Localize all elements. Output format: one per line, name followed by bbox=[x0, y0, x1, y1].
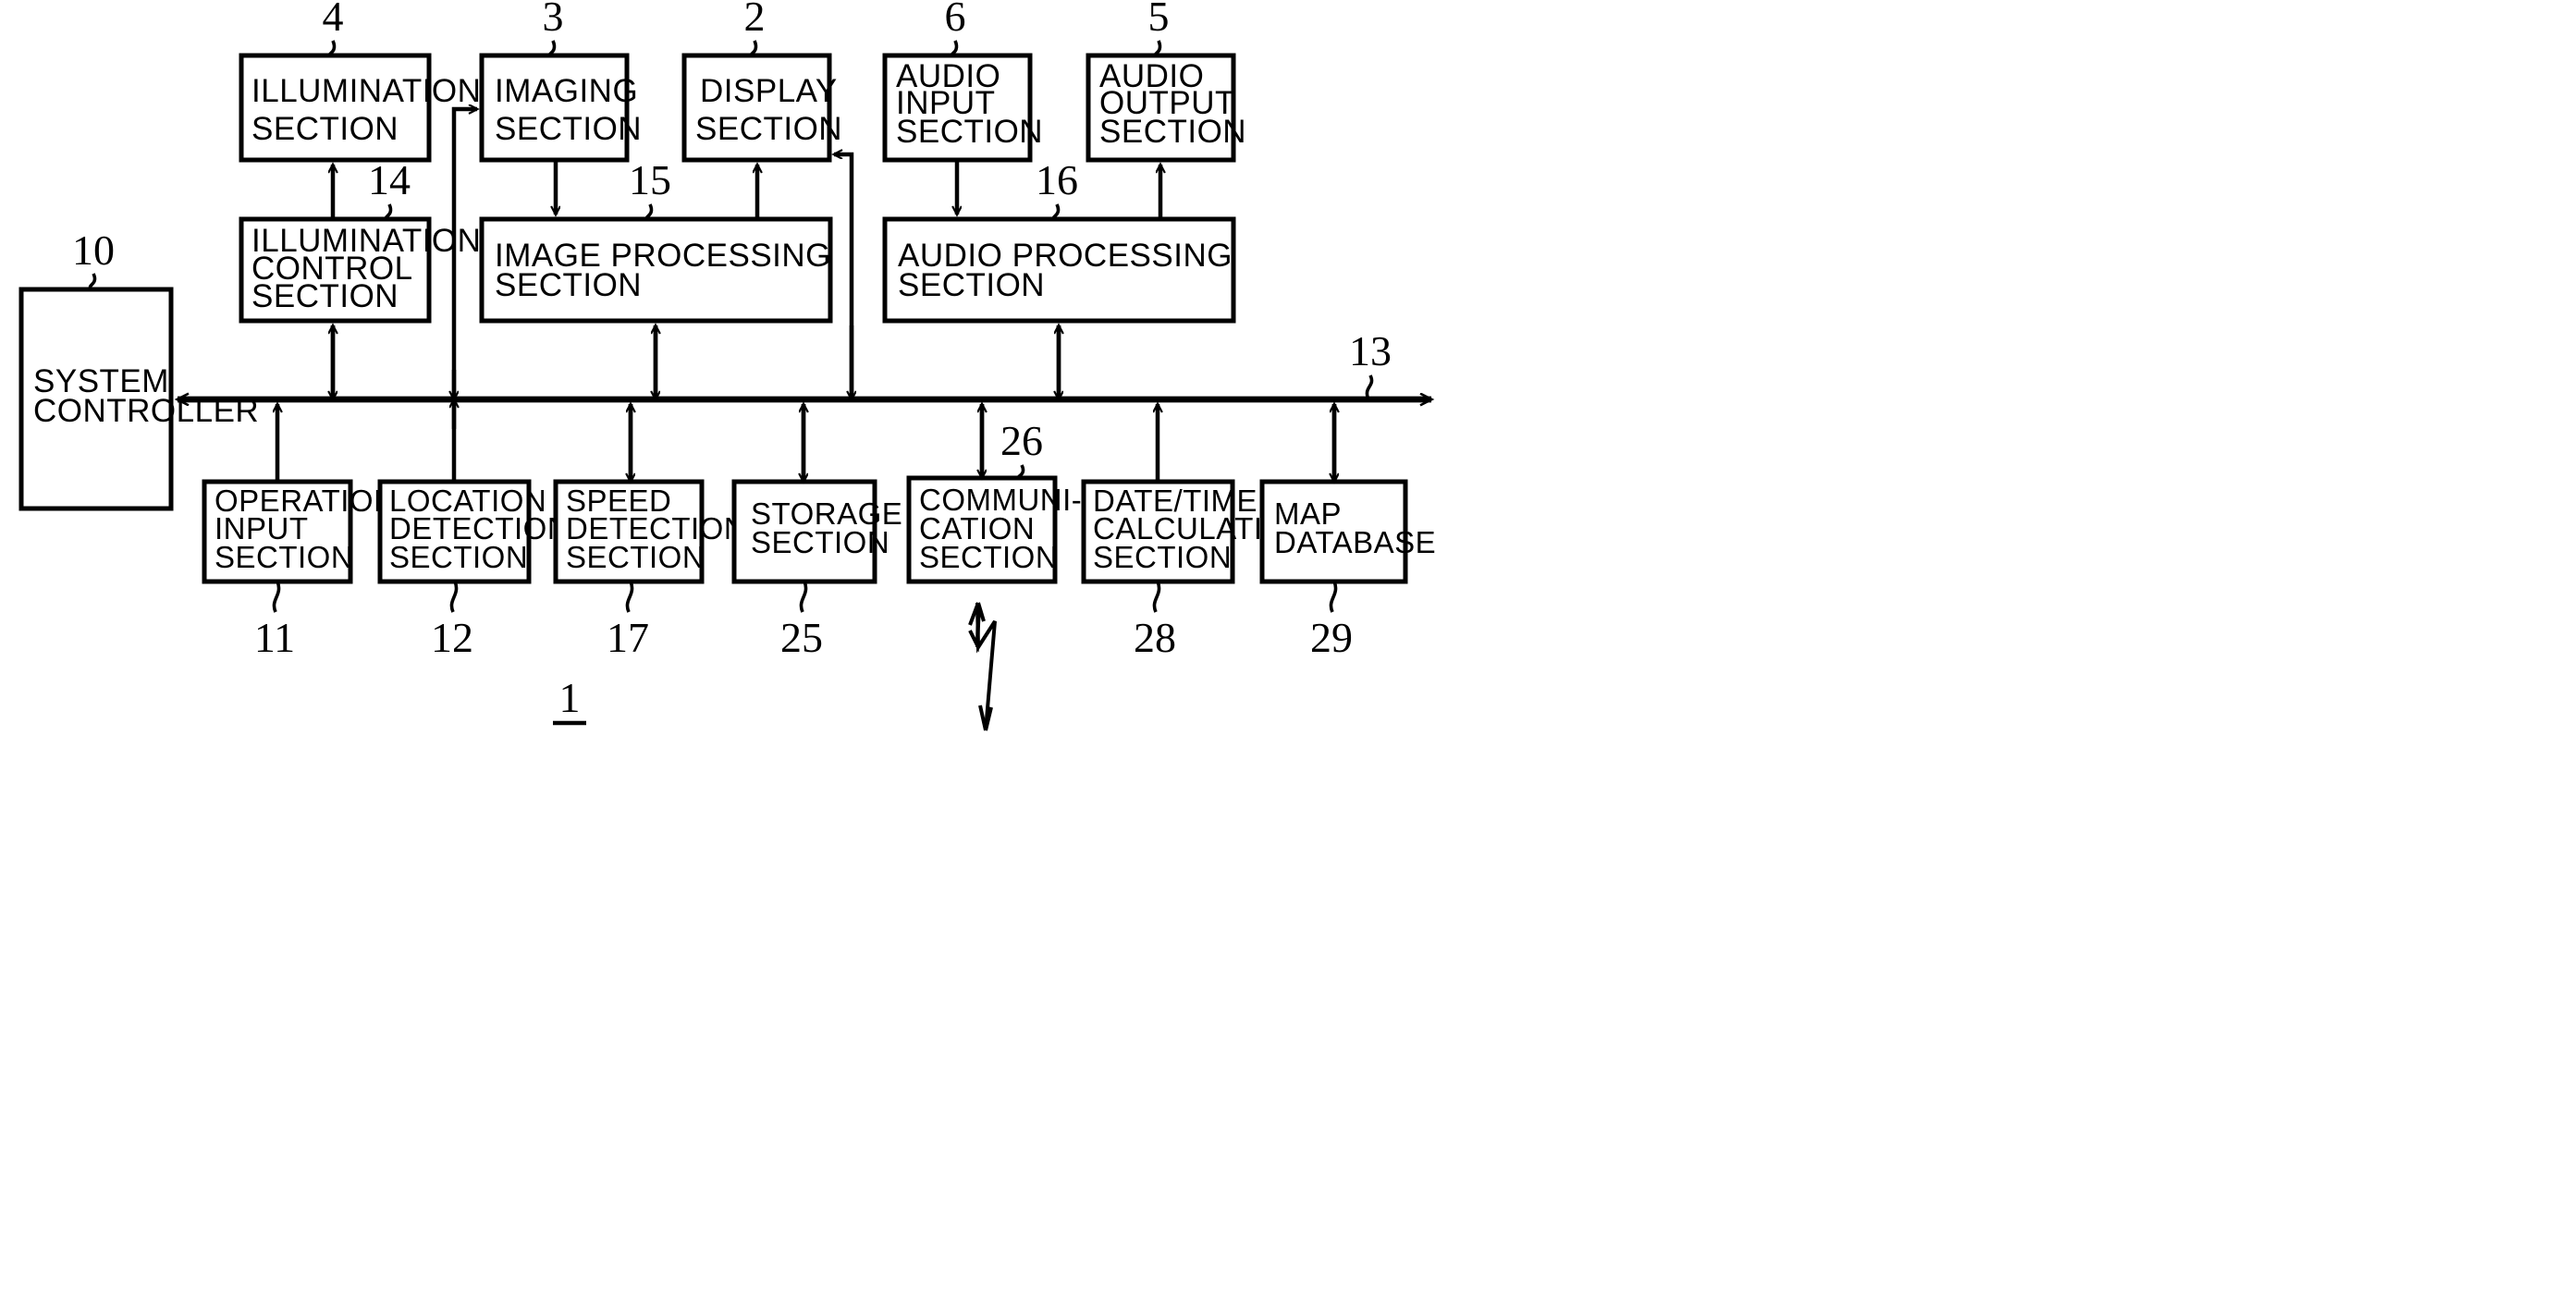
box-imaging-section: IMAGING SECTION bbox=[479, 53, 642, 163]
ref-26: 26 bbox=[1000, 417, 1043, 480]
ref-11: 11 bbox=[254, 581, 295, 661]
ref-2: 2 bbox=[744, 0, 766, 57]
ref-14: 14 bbox=[368, 156, 411, 221]
box-image-processing-section: IMAGE PROCESSING SECTION bbox=[479, 216, 833, 324]
ref-number-10: 10 bbox=[72, 227, 115, 274]
ref-number-17: 17 bbox=[607, 614, 649, 661]
ref-4: 4 bbox=[323, 0, 344, 57]
communication-label-line3: SECTION bbox=[919, 540, 1058, 574]
ref-25: 25 bbox=[780, 581, 823, 661]
ref-number-6: 6 bbox=[945, 0, 966, 40]
ref-16: 16 bbox=[1036, 156, 1078, 221]
audio-processing-label-line2: SECTION bbox=[898, 267, 1045, 303]
ref-number-3: 3 bbox=[543, 0, 564, 40]
audio-input-section-label-line3: SECTION bbox=[896, 114, 1043, 150]
ref-number-25: 25 bbox=[780, 614, 823, 661]
figure-ref-1: 1 bbox=[553, 674, 586, 726]
box-communication-section: COMMUNI- CATION SECTION bbox=[906, 475, 1082, 584]
display-section-label-line1: DISPLAY bbox=[700, 73, 838, 109]
box-illumination-section: ILLUMINATION SECTION bbox=[239, 53, 481, 163]
connector-bus-to-imaging bbox=[454, 109, 477, 482]
box-location-detection-section: LOCATION DETECTION SECTION bbox=[377, 479, 570, 584]
ref-15: 15 bbox=[629, 156, 671, 221]
map-database-label-line2: DATABASE bbox=[1274, 525, 1436, 559]
box-operation-input-section: OPERATION INPUT SECTION bbox=[202, 479, 396, 584]
storage-section-label-line2: SECTION bbox=[751, 525, 889, 559]
box-audio-input-section: AUDIO INPUT SECTION bbox=[882, 53, 1043, 163]
ref-number-29: 29 bbox=[1310, 614, 1353, 661]
ref-number-26: 26 bbox=[1000, 417, 1043, 464]
figure-ref-number: 1 bbox=[559, 674, 581, 721]
ref-6: 6 bbox=[945, 0, 966, 57]
box-audio-processing-section: AUDIO PROCESSING SECTION bbox=[882, 216, 1236, 324]
ref-29: 29 bbox=[1310, 581, 1353, 661]
box-illumination-control-section: ILLUMINATION CONTROL SECTION bbox=[239, 216, 481, 324]
ref-number-14: 14 bbox=[368, 156, 411, 203]
illumination-section-label-line2: SECTION bbox=[251, 111, 399, 147]
imaging-section-label-line1: IMAGING bbox=[495, 73, 638, 109]
display-section-label-line2: SECTION bbox=[695, 111, 842, 147]
audio-output-section-label-line3: SECTION bbox=[1099, 114, 1246, 150]
ref-number-16: 16 bbox=[1036, 156, 1078, 203]
box-display-section: DISPLAY SECTION bbox=[681, 53, 842, 163]
ref-number-4: 4 bbox=[323, 0, 344, 40]
ref-number-12: 12 bbox=[431, 614, 473, 661]
speed-detection-label-line3: SECTION bbox=[566, 540, 705, 574]
box-storage-section: STORAGE SECTION bbox=[731, 479, 902, 584]
illumination-control-label-line3: SECTION bbox=[251, 278, 399, 314]
box-audio-output-section: AUDIO OUTPUT SECTION bbox=[1086, 53, 1246, 163]
imaging-section-label-line2: SECTION bbox=[495, 111, 642, 147]
image-processing-label-line2: SECTION bbox=[495, 267, 642, 303]
ref-number-2: 2 bbox=[744, 0, 766, 40]
ref-5: 5 bbox=[1148, 0, 1170, 57]
date-time-label-line3: SECTION bbox=[1093, 540, 1232, 574]
ref-number-28: 28 bbox=[1134, 614, 1176, 661]
block-diagram: ILLUMINATION SECTION 4 IMAGING SECTION 3… bbox=[18, 0, 1436, 731]
ref-number-11: 11 bbox=[254, 614, 295, 661]
wireless-bolt-icon bbox=[968, 602, 997, 731]
ref-28: 28 bbox=[1134, 581, 1176, 661]
operation-input-label-line3: SECTION bbox=[215, 540, 353, 574]
system-bus-13: 13 bbox=[178, 327, 1431, 399]
ref-3: 3 bbox=[543, 0, 564, 57]
illumination-section-label-line1: ILLUMINATION bbox=[251, 73, 481, 109]
box-map-database: MAP DATABASE bbox=[1259, 479, 1436, 584]
ref-number-15: 15 bbox=[629, 156, 671, 203]
ref-12: 12 bbox=[431, 581, 473, 661]
patent-figure-canvas: ILLUMINATION SECTION 4 IMAGING SECTION 3… bbox=[0, 0, 2576, 1311]
ref-number-5: 5 bbox=[1148, 0, 1170, 40]
location-detection-label-line3: SECTION bbox=[389, 540, 528, 574]
box-speed-detection-section: SPEED DETECTION SECTION bbox=[553, 479, 746, 584]
ref-number-13: 13 bbox=[1349, 327, 1392, 374]
ref-17: 17 bbox=[607, 581, 649, 661]
connector-bus-to-display bbox=[834, 154, 852, 399]
ref-10: 10 bbox=[72, 227, 115, 291]
